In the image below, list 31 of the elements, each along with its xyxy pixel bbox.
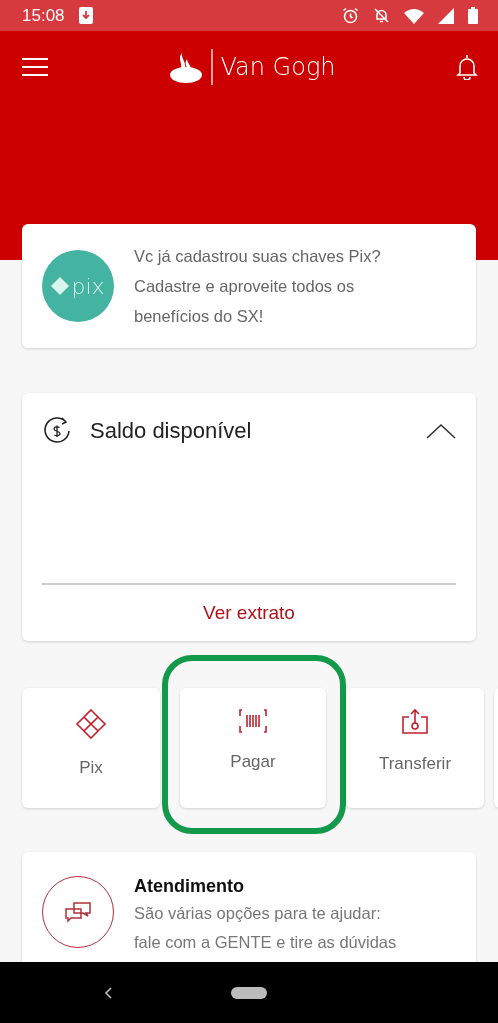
- pix-logo-text: pix: [71, 273, 105, 299]
- statement-link[interactable]: Ver extrato: [203, 602, 295, 624]
- brand-name: Van Gogh: [220, 53, 336, 81]
- dollar-cycle-icon: [42, 416, 72, 446]
- diamond-icon: [75, 708, 107, 740]
- menu-icon[interactable]: [22, 57, 48, 77]
- support-card[interactable]: Atendimento São várias opções para te ajudar: fale com a GENTE e tire as dúvidas: [22, 852, 476, 962]
- shortcut-button[interactable]: Pagar: [180, 688, 326, 808]
- home-button[interactable]: [231, 986, 267, 999]
- wifi-icon: [404, 7, 424, 24]
- signal-icon: [438, 7, 454, 24]
- chevron-up-icon[interactable]: [426, 423, 456, 439]
- flame-logo-icon: [168, 51, 203, 83]
- download-notification-icon: [78, 7, 93, 24]
- pix-message: Vc já cadastrou suas chaves Pix? Cadastre e aproveite todos os benefícios do SX!: [134, 246, 382, 327]
- muted-bell-icon: [373, 7, 390, 24]
- bell-icon[interactable]: [456, 54, 478, 80]
- shortcut-button[interactable]: Transferir: [346, 688, 484, 808]
- diamond-icon: [51, 277, 70, 295]
- status-time: 15:08: [22, 5, 65, 26]
- money-transfer-icon: [400, 708, 430, 736]
- balance-title: Saldo disponível: [90, 418, 253, 444]
- barcode-icon: [238, 708, 268, 734]
- battery-icon: [468, 7, 478, 24]
- back-icon[interactable]: [104, 987, 112, 999]
- support-text: São várias opções para te ajudar: fale com a GENTE e tire as dúvidas: [134, 903, 398, 953]
- pix-banner[interactable]: pix Vc já cadastrou suas chaves Pix? Cadastre e aproveite todos os benefícios do SX!: [22, 224, 476, 348]
- shortcut-button[interactable]: Pix: [22, 688, 160, 808]
- chat-bubbles-icon: [64, 900, 92, 924]
- alarm-icon: [342, 7, 359, 24]
- support-title: Atendimento: [134, 876, 245, 897]
